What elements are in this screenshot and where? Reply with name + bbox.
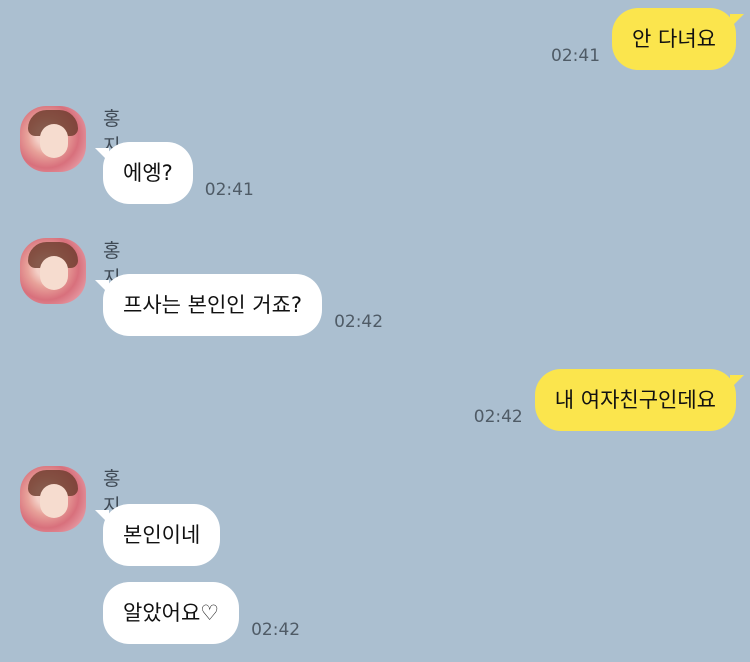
message-time: 02:41 [204,180,254,200]
their-message-bubble[interactable]: 에엥? [95,142,193,204]
avatar[interactable] [20,466,86,532]
avatar[interactable] [20,106,86,172]
message-time: 02:42 [473,407,523,427]
chat-room: 02:41 안 다녀요 홍지수 에엥? 02:41 홍지수 프사는 본인인 거죠… [0,0,750,662]
their-message-bubble[interactable]: 본인이네 [94,504,221,566]
message-time: 02:42 [251,620,301,640]
my-message[interactable]: 02:41 안 다녀요 [539,8,744,70]
their-message-bubble[interactable]: 프사는 본인인 거죠? [94,274,323,336]
message-time: 02:41 [551,46,601,66]
avatar[interactable] [20,238,86,304]
my-message-bubble[interactable]: 안 다녀요 [612,8,744,70]
their-message-bubble[interactable]: 알았어요♡ [103,582,240,644]
message-time: 02:42 [334,312,384,332]
my-message-bubble[interactable]: 내 여자친구인데요 [534,369,745,431]
my-message[interactable]: 02:42 내 여자친구인데요 [462,369,745,431]
